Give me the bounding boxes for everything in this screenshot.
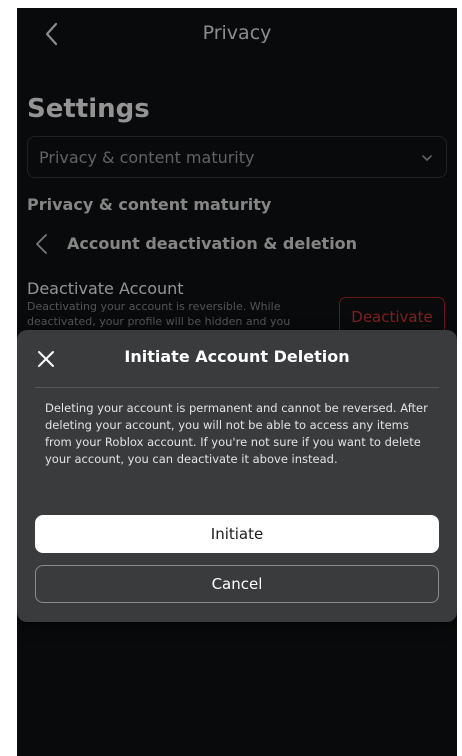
app-screen: Privacy Settings Privacy & content matur… — [17, 8, 457, 756]
initiate-button[interactable]: Initiate — [35, 515, 439, 553]
dialog-message: Deleting your account is permanent and c… — [45, 401, 428, 466]
dialog-header: Initiate Account Deletion — [17, 330, 457, 386]
cancel-button[interactable]: Cancel — [35, 565, 439, 603]
divider — [35, 387, 439, 388]
initiate-deletion-dialog: Initiate Account Deletion Deleting your … — [17, 330, 457, 622]
dialog-title: Initiate Account Deletion — [124, 347, 350, 366]
